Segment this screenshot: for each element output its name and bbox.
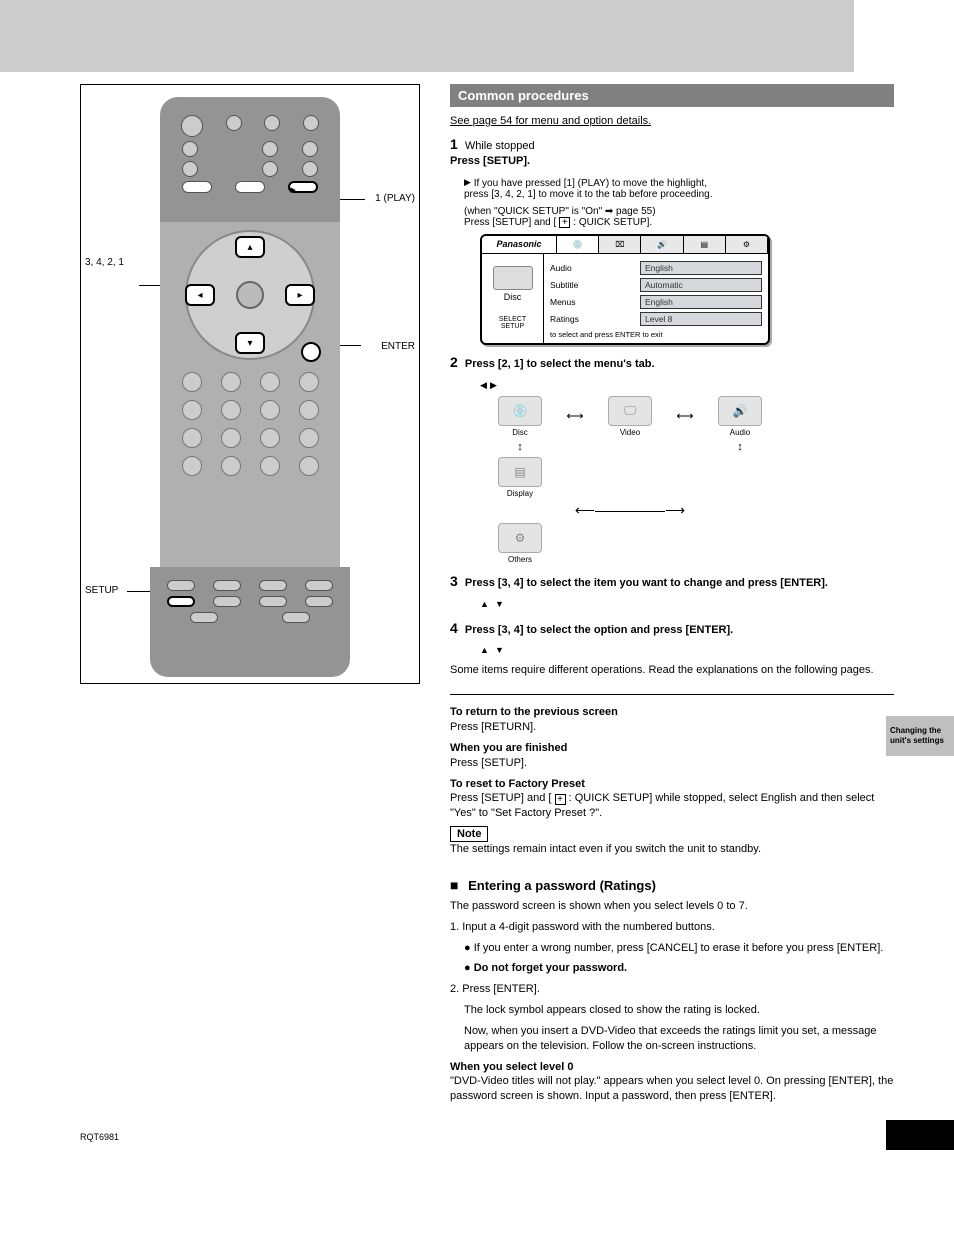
step-2-number: 2 — [450, 354, 458, 370]
level0-text: "DVD-Video titles will not play." appear… — [450, 1075, 893, 1102]
password-step-2: Press [ENTER]. — [462, 983, 540, 995]
osd-side-select: SELECT — [499, 316, 526, 323]
note-label: Note — [450, 826, 488, 842]
osd-row-ratings: Ratings Level 8 — [550, 312, 762, 326]
osd-row-audio: Audio English — [550, 261, 762, 275]
osd-menu: Panasonic 💿 ⌧ 🔊 ▤ ⚙ Disc — [480, 234, 770, 345]
down-arrow-icon: ▼ — [495, 645, 504, 655]
quick-setup-instruction-a: Press [SETUP] and [ — [464, 217, 556, 228]
divider — [450, 694, 894, 695]
dpad-up-icon: ▴ — [235, 236, 265, 258]
password-step-1b: Do not forget your password. — [474, 962, 627, 974]
callout-setup: SETUP — [85, 585, 118, 597]
step-2-text: Press [2, 1] to select the menu's tab. — [465, 358, 655, 370]
up-arrow-icon: ▲ — [480, 645, 489, 655]
finish-heading: When you are finished — [450, 742, 567, 754]
step-4-number: 4 — [450, 620, 458, 636]
callout-dpad: 3, 4, 2, 1 — [85, 257, 124, 269]
down-arrow-icon: ▼ — [495, 599, 504, 609]
section-title: Common procedures — [450, 84, 894, 107]
right-arrow-icon: ▶ — [490, 380, 497, 390]
callout-enter: ENTER — [381, 341, 415, 353]
side-tab: Changing the unit's settings — [886, 716, 954, 756]
step-1-action: Press [SETUP]. — [450, 155, 530, 167]
osd-side-icon — [493, 266, 533, 290]
dpad-right-icon: ▸ — [285, 284, 315, 306]
step-1-number: 1 — [450, 136, 458, 152]
password-heading: Entering a password (Ratings) — [468, 878, 656, 893]
osd-row-menus: Menus English — [550, 295, 762, 309]
osd-hint: to select and press ENTER to exit — [550, 330, 762, 339]
page-block — [886, 1120, 954, 1150]
step-3-number: 3 — [450, 573, 458, 589]
osd-tab-disc-icon: 💿 — [557, 236, 599, 253]
return-text: Press [RETURN]. — [450, 721, 536, 733]
play-button: ▸ — [288, 181, 318, 193]
tab-order-diagram: 💿Disc ⟷ 🖵Video ⟷ 🔊Audio ↕ ↕ ▤Display ⟵⎯⎯… — [480, 396, 894, 564]
osd-side-label: Disc — [493, 292, 533, 302]
varr-icon: ↕ — [517, 441, 523, 453]
harr-icon: ⟷ — [566, 409, 583, 423]
level0-heading: When you select level 0 — [450, 1061, 574, 1073]
password-step-1: Input a 4-digit password with the number… — [462, 921, 715, 933]
varr-icon: ↕ — [737, 441, 743, 453]
return-heading: To return to the previous screen — [450, 706, 618, 718]
audio-icon: 🔊 — [718, 396, 762, 426]
harr-long-icon: ⟵⎯⎯⎯⎯⎯⎯⎯⎯⎯⎯⟶ — [575, 502, 685, 519]
password-step-1a: If you enter a wrong number, press [CANC… — [474, 942, 884, 954]
quick-setup-instruction-b: : QUICK SETUP]. — [573, 217, 652, 228]
step-4-note: Some items require different operations.… — [450, 663, 894, 678]
caution-line-1: If you have pressed [1] (PLAY) to move t… — [474, 178, 707, 189]
osd-tab-audio-icon: 🔊 — [641, 236, 683, 253]
subtitle: See page 54 for menu and option details. — [450, 115, 894, 127]
osd-row-subtitle: Subtitle Automatic — [550, 278, 762, 292]
others-icon: ⚙ — [498, 523, 542, 553]
step-3-text: Press [3, 4] to select the item you want… — [465, 577, 828, 589]
harr-icon: ⟷ — [676, 409, 693, 423]
header-banner — [0, 0, 854, 72]
up-arrow-icon: ▲ — [480, 599, 489, 609]
password-intro: The password screen is shown when you se… — [450, 899, 894, 914]
bullet-icon: ■ — [450, 877, 458, 893]
osd-tab-others-icon: ⚙ — [726, 236, 768, 253]
dpad-down-icon: ▾ — [235, 332, 265, 354]
setup-button — [167, 596, 195, 607]
reset-text-a: Press [SETUP] and [ — [450, 792, 551, 804]
enter-button — [301, 342, 321, 362]
disc-icon: 💿 — [498, 396, 542, 426]
play-triangle-icon: ▶ — [464, 177, 471, 187]
left-arrow-icon: ◀ — [480, 380, 487, 390]
remote-diagram: 1 (PLAY) 3, 4, 2, 1 ENTER SETUP — [80, 84, 420, 684]
plus-icon: + — [559, 217, 570, 228]
video-icon: 🖵 — [608, 396, 652, 426]
callout-play: 1 (PLAY) — [375, 193, 415, 205]
osd-tab-display-icon: ▤ — [684, 236, 726, 253]
quick-setup-note: (when "QUICK SETUP" is "On" ➡ page 55) — [464, 206, 656, 217]
password-after-2: Now, when you insert a DVD-Video that ex… — [464, 1024, 894, 1054]
dpad: ▴ ▾ ◂ ▸ — [185, 230, 315, 360]
step-4-text: Press [3, 4] to select the option and pr… — [465, 624, 733, 636]
note-text: The settings remain intact even if you s… — [450, 843, 761, 855]
finish-text: Press [SETUP]. — [450, 757, 527, 769]
plus-icon: + — [555, 794, 566, 805]
step-1-context: While stopped — [465, 140, 535, 152]
footer-code: RQT6981 — [80, 1132, 119, 1142]
osd-tab-video-icon: ⌧ — [599, 236, 641, 253]
reset-heading: To reset to Factory Preset — [450, 778, 585, 790]
osd-brand: Panasonic — [482, 236, 557, 253]
dpad-left-icon: ◂ — [185, 284, 215, 306]
display-icon: ▤ — [498, 457, 542, 487]
caution-line-2: press [3, 4, 2, 1] to move it to the tab… — [464, 189, 712, 200]
password-after-1: The lock symbol appears closed to show t… — [464, 1003, 894, 1018]
osd-side-setup: SETUP — [499, 323, 526, 330]
